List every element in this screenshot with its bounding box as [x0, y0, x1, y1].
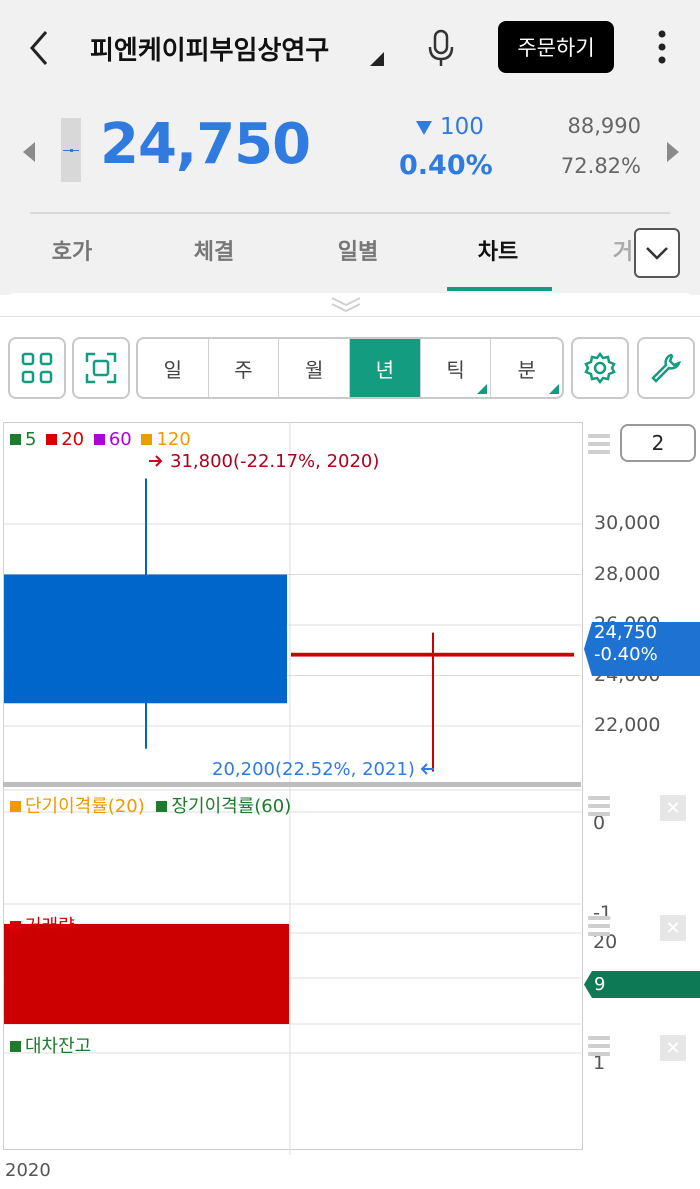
- price-y-tick: 30,000: [594, 512, 661, 534]
- volume-legend: 거래량: [10, 912, 75, 938]
- low-annotation: 20,200(22.52%, 2021): [212, 759, 415, 780]
- legend-ma5: 5: [10, 429, 36, 450]
- tab-active-indicator: [447, 287, 552, 291]
- price-y-tick: 22,000: [594, 714, 661, 736]
- price-panel-menu-icon[interactable]: [588, 434, 610, 454]
- period-tick[interactable]: 틱: [421, 339, 492, 397]
- price-legend: 5 20 60 120: [10, 429, 191, 450]
- chart-settings-button[interactable]: [571, 337, 629, 399]
- legend-long-disparity: 장기이격률(60): [156, 796, 291, 817]
- legend-ma120: 120: [141, 429, 191, 450]
- disparity-panel-menu-icon[interactable]: [588, 796, 610, 816]
- volume-close-icon[interactable]: ✕: [660, 915, 686, 941]
- fullscreen-button[interactable]: [72, 337, 130, 399]
- minute-options-indicator: [549, 384, 560, 394]
- period-week[interactable]: 주: [209, 339, 280, 397]
- fullscreen-icon: [85, 352, 117, 384]
- x-axis-label: 2020: [5, 1160, 51, 1181]
- volume-panel-menu-icon[interactable]: [588, 916, 610, 936]
- volume-current-tag: 9: [584, 971, 700, 998]
- grid-layout-button[interactable]: [8, 337, 66, 399]
- period-year[interactable]: 년: [350, 339, 421, 397]
- down-arrow-icon: [416, 121, 432, 135]
- tick-options-indicator: [477, 384, 488, 394]
- price-change: 100: [440, 114, 484, 140]
- current-price-tag-value: 24,750: [594, 622, 657, 643]
- chevron-down-icon: [646, 247, 668, 260]
- count-box[interactable]: 2: [620, 424, 696, 462]
- legend-short-disparity: 단기이격률(20): [10, 796, 145, 817]
- tabs-expand-button[interactable]: [634, 228, 680, 278]
- legend-ma20: 20: [46, 429, 84, 450]
- volume-bars: [4, 923, 289, 1024]
- change-percent: 0.40%: [399, 150, 493, 181]
- divider: [30, 212, 670, 214]
- candle-body-2020: [4, 574, 287, 704]
- order-button[interactable]: 주문하기: [498, 21, 614, 73]
- period-day[interactable]: 일: [138, 339, 209, 397]
- gear-icon: [584, 351, 616, 385]
- collapse-handle-icon[interactable]: [330, 296, 362, 314]
- prev-stock-icon[interactable]: [20, 140, 38, 164]
- period-month[interactable]: 월: [279, 339, 351, 397]
- stock-title[interactable]: 피엔케이피부임상연구: [90, 30, 329, 67]
- loan-legend: 대차잔고: [10, 1032, 91, 1058]
- high-arrow-icon: [149, 455, 163, 467]
- title-dropdown-icon[interactable]: [368, 50, 386, 68]
- candle-body-2021: [291, 652, 574, 657]
- current-price-tag-pct: -0.40%: [594, 644, 658, 665]
- section-separator: [3, 782, 581, 787]
- mini-chart: [61, 118, 81, 182]
- wrench-icon: [651, 353, 682, 383]
- panel-divider: [0, 316, 700, 317]
- back-icon[interactable]: [24, 28, 54, 68]
- volume-bar-2020: [4, 923, 289, 1024]
- volume-value: 88,990: [567, 114, 641, 138]
- grid-icon: [21, 352, 53, 384]
- high-annotation: 31,800(-22.17%, 2020): [170, 451, 380, 472]
- tab-daily[interactable]: 일별: [316, 234, 400, 266]
- period-selector: 일 주 월 년 틱 분: [136, 337, 564, 399]
- period-minute[interactable]: 분: [491, 339, 562, 397]
- more-menu-icon[interactable]: [652, 28, 672, 68]
- legend-ma60: 60: [93, 429, 132, 450]
- chart-tools-button[interactable]: [637, 337, 695, 399]
- period-minute-label: 분: [517, 357, 536, 382]
- price-y-tick: 28,000: [594, 562, 661, 585]
- tab-chart[interactable]: 차트: [456, 234, 540, 266]
- tab-trades[interactable]: 체결: [172, 234, 256, 266]
- loan-panel-menu-icon[interactable]: [588, 1036, 610, 1056]
- current-price: 24,750: [100, 112, 311, 177]
- loan-close-icon[interactable]: ✕: [660, 1035, 686, 1061]
- volume-current-tag-value: 9: [594, 974, 606, 995]
- disparity-close-icon[interactable]: ✕: [660, 795, 686, 821]
- current-price-tag: 24,750 -0.40%: [584, 622, 700, 676]
- ratio-value: 72.82%: [560, 154, 641, 178]
- period-tick-label: 틱: [446, 357, 465, 382]
- mic-icon[interactable]: [424, 28, 458, 68]
- disparity-legend: 단기이격률(20) 장기이격률(60): [10, 792, 291, 818]
- next-stock-icon[interactable]: [664, 140, 682, 164]
- tab-hoga[interactable]: 호가: [30, 234, 114, 266]
